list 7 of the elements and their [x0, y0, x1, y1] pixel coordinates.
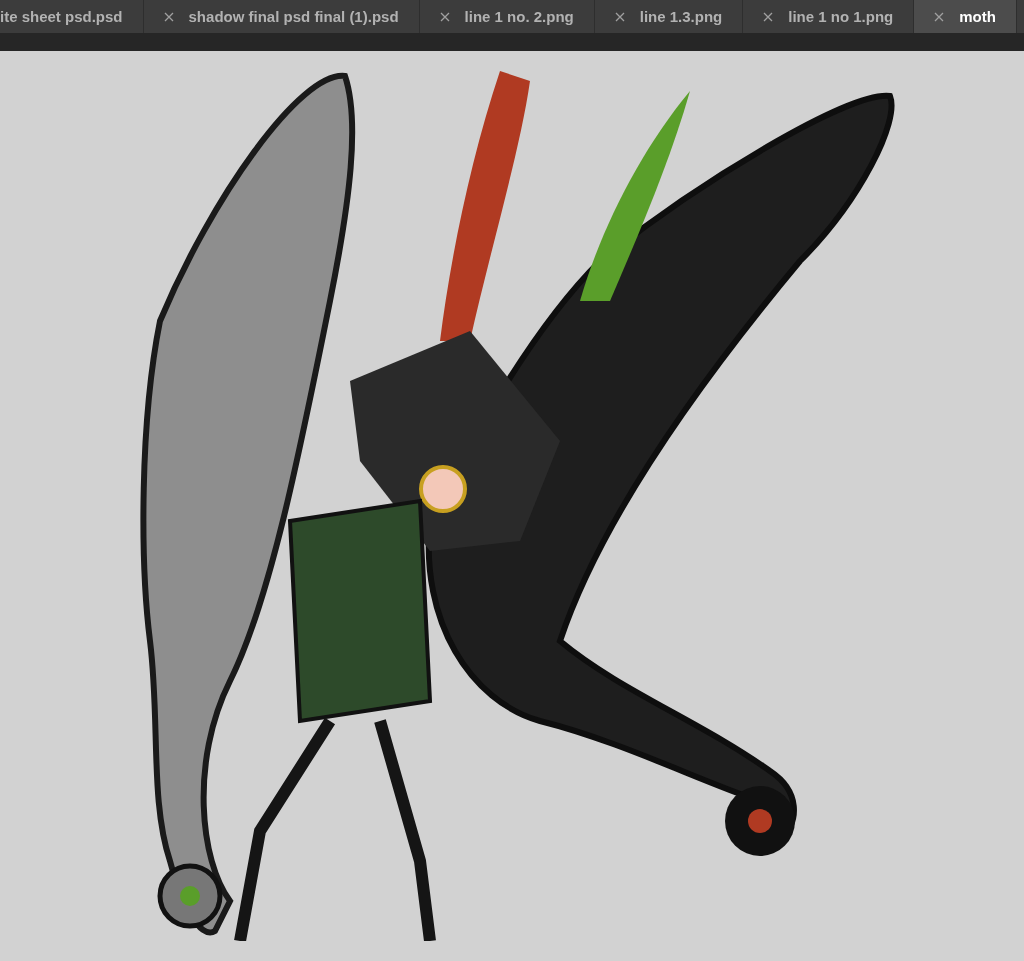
close-icon[interactable] [614, 11, 625, 22]
document-tab[interactable]: ite sheet psd.psd [0, 0, 144, 33]
document-tab[interactable]: moth [914, 0, 1017, 33]
close-icon[interactable] [439, 11, 450, 22]
close-icon[interactable] [934, 11, 945, 22]
close-icon[interactable] [763, 11, 774, 22]
close-icon[interactable] [163, 11, 174, 22]
